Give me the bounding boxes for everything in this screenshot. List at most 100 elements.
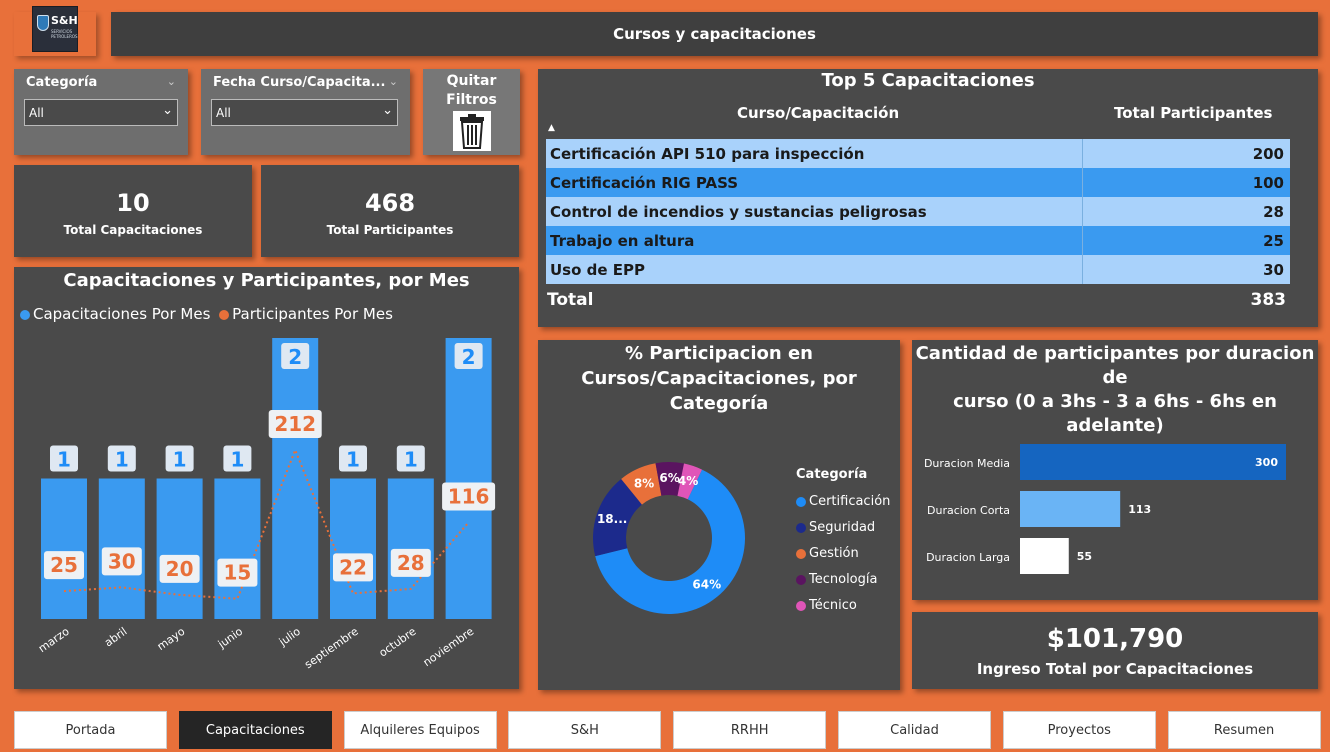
- slice-label: 6%: [659, 471, 679, 485]
- nav-tab[interactable]: RRHH: [673, 711, 827, 749]
- bar-capacitaciones: [156, 478, 203, 619]
- bar-capacitaciones: [330, 478, 376, 619]
- chevron-down-icon[interactable]: ⌄: [167, 75, 176, 88]
- page-title: Cursos y capacitaciones: [111, 12, 1318, 56]
- top5-table: Certificación API 510 para inspección 200…: [546, 139, 1290, 284]
- slice-label: 4%: [678, 474, 698, 488]
- sort-asc-icon[interactable]: ▲: [548, 123, 555, 133]
- column-header-course[interactable]: Curso/Capacitación: [737, 104, 899, 122]
- y-tick-label: Duracion Corta: [927, 504, 1010, 517]
- clear-filters-button[interactable]: Quitar Filtros: [423, 69, 520, 155]
- participants-cell: 25: [1081, 226, 1290, 255]
- column-header-total[interactable]: Total Participantes: [1114, 104, 1272, 122]
- data-label: 300: [1255, 456, 1278, 469]
- trash-icon: [453, 111, 491, 151]
- slice-label: 8%: [634, 476, 654, 490]
- category-dropdown[interactable]: All ⌄: [24, 99, 178, 126]
- data-label-capacitaciones: 2: [288, 345, 302, 369]
- category-donut-chart[interactable]: % Participacion en Cursos/Capacitaciones…: [538, 340, 900, 690]
- data-label-participantes: 212: [274, 412, 316, 436]
- x-tick-label: mayo: [155, 625, 188, 653]
- data-label: 55: [1077, 550, 1092, 563]
- legend-dot: [796, 496, 806, 507]
- nav-tab[interactable]: S&H: [508, 711, 662, 749]
- data-label-participantes: 28: [397, 551, 425, 575]
- table-row[interactable]: Certificación RIG PASS 100: [546, 168, 1290, 197]
- legend-item[interactable]: Certificación: [796, 489, 890, 515]
- data-label-capacitaciones: 1: [173, 448, 187, 472]
- y-tick-label: Duracion Media: [924, 457, 1010, 470]
- kpi-ingreso-total: $101,790 Ingreso Total por Capacitacione…: [912, 612, 1318, 689]
- hbar-svg: Duracion Media 300 Duracion Corta 113 Duraci…: [924, 444, 1286, 574]
- legend-dot: [796, 574, 806, 585]
- data-label-participantes: 116: [448, 484, 490, 508]
- kpi-total-participantes: 468 Total Participantes: [261, 165, 519, 257]
- legend-item[interactable]: Tecnología: [796, 567, 890, 593]
- chevron-down-icon: ⌄: [382, 103, 393, 118]
- legend-item[interactable]: Gestión: [796, 541, 890, 567]
- x-tick-label: junio: [215, 625, 245, 652]
- slice-label: 64%: [692, 578, 721, 592]
- slice-label: 18...: [597, 512, 627, 526]
- table-title: Top 5 Capacitaciones: [821, 70, 1035, 91]
- legend-label: Técnico: [809, 598, 857, 613]
- data-label-participantes: 20: [166, 557, 194, 581]
- x-tick-label: noviembre: [421, 625, 477, 669]
- date-dropdown[interactable]: All ⌄: [211, 99, 398, 126]
- course-name-cell: Trabajo en altura: [550, 231, 695, 250]
- total-value: 383: [1250, 290, 1287, 310]
- monthly-chart[interactable]: Capacitaciones y Participantes, por Mes …: [14, 267, 519, 689]
- participants-cell: 100: [1081, 168, 1290, 197]
- course-name-cell: Certificación API 510 para inspección: [550, 144, 865, 163]
- data-label-capacitaciones: 1: [57, 448, 71, 472]
- kpi-total-capacitaciones: 10 Total Capacitaciones: [14, 165, 252, 257]
- legend-label: Gestión: [809, 546, 859, 561]
- nav-tab[interactable]: Calidad: [838, 711, 991, 749]
- bar-capacitaciones: [214, 478, 261, 619]
- course-name-cell: Control de incendios y sustancias peligr…: [550, 202, 927, 221]
- top5-table-panel: Top 5 Capacitaciones Curso/Capacitación …: [538, 69, 1318, 327]
- chevron-down-icon: ⌄: [162, 103, 173, 118]
- nav-tab[interactable]: Resumen: [1167, 711, 1321, 749]
- x-tick-label: septiembre: [302, 625, 361, 672]
- date-slicer[interactable]: Fecha Curso/Capacita... ⌄ All ⌄: [201, 69, 410, 155]
- x-tick-label: marzo: [36, 625, 72, 656]
- legend-dot: [796, 522, 806, 533]
- legend-title: Categoría: [796, 467, 868, 482]
- slicer-label: Fecha Curso/Capacita...: [213, 75, 386, 90]
- data-label-capacitaciones: 1: [346, 448, 360, 472]
- bar-capacitaciones: [272, 338, 319, 619]
- nav-tab[interactable]: Capacitaciones: [178, 711, 332, 749]
- data-label: 113: [1128, 503, 1151, 516]
- total-label: Total: [547, 290, 594, 310]
- data-label-participantes: 15: [223, 561, 251, 585]
- nav-tab[interactable]: Proyectos: [1002, 711, 1156, 749]
- data-label-capacitaciones: 2: [462, 345, 476, 369]
- bar-capacitaciones: [387, 478, 434, 619]
- y-tick-label: Duracion Larga: [926, 551, 1010, 564]
- course-name-cell: Uso de EPP: [550, 260, 646, 279]
- legend-dot: [796, 600, 806, 611]
- bar-capacitaciones: [445, 338, 492, 619]
- nav-tab[interactable]: Portada: [14, 711, 167, 749]
- legend-label: Seguridad: [809, 520, 876, 535]
- monthly-chart-svg: 125marzo130abril120mayo115junio2212julio…: [36, 338, 496, 672]
- nav-tab[interactable]: Alquileres Equipos: [343, 711, 497, 749]
- company-logo: S&H SERVICIOS PETROLEROS: [32, 6, 78, 52]
- donut-legend: Certificación Seguridad Gestión Tecnología T…: [796, 489, 890, 619]
- table-row[interactable]: Trabajo en altura 25: [546, 226, 1290, 255]
- category-slicer[interactable]: Categoría ⌄ All ⌄: [14, 69, 188, 155]
- chevron-down-icon[interactable]: ⌄: [389, 75, 398, 88]
- legend-item[interactable]: Técnico: [796, 593, 890, 619]
- data-label-participantes: 30: [108, 549, 136, 573]
- data-label-capacitaciones: 1: [404, 448, 418, 472]
- legend-item[interactable]: Seguridad: [796, 515, 890, 541]
- table-row[interactable]: Control de incendios y sustancias peligr…: [546, 197, 1290, 226]
- table-row[interactable]: Uso de EPP 30: [546, 255, 1290, 284]
- duration-bar-chart[interactable]: Cantidad de participantes por duracion d…: [912, 340, 1318, 600]
- participants-cell: 30: [1081, 255, 1290, 284]
- participants-cell: 200: [1081, 139, 1290, 168]
- participants-cell: 28: [1081, 197, 1290, 226]
- shield-icon: [37, 15, 49, 31]
- table-row[interactable]: Certificación API 510 para inspección 200: [546, 139, 1290, 168]
